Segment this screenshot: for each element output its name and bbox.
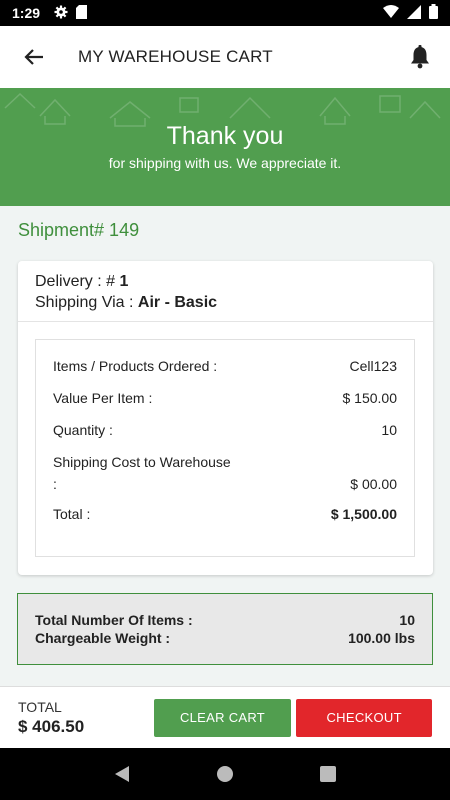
thank-you-banner: Thank you for shipping with us. We appre… — [0, 88, 450, 206]
home-circle-icon[interactable] — [209, 758, 241, 790]
quantity-label: Quantity : — [53, 422, 113, 438]
items-ordered-label: Items / Products Ordered : — [53, 358, 218, 374]
value-per-item-row: Value Per Item : $ 150.00 — [53, 390, 397, 408]
shipment-title: Shipment# 149 — [18, 220, 140, 240]
chargeable-weight-row: Chargeable Weight : 100.00 lbs — [35, 629, 415, 647]
cart-total-label: TOTAL — [18, 698, 62, 715]
clear-cart-button[interactable]: CLEAR CART — [153, 698, 292, 737]
gear-icon — [54, 5, 68, 22]
shipping-cost-label: Shipping Cost to Warehouse — [53, 454, 231, 470]
bottom-bar: TOTAL $ 406.50 CLEAR CART CHECKOUT — [0, 686, 450, 748]
delivery-label: Delivery : # — [35, 273, 120, 290]
value-per-item-label: Value Per Item : — [53, 390, 153, 406]
banner-heading: Thank you — [166, 122, 284, 150]
chargeable-weight-value: 100.00 lbs — [348, 630, 415, 646]
shipment-card-header: Delivery : # 1 Shipping Via : Air - Basi… — [18, 261, 433, 322]
bell-icon[interactable] — [406, 43, 434, 71]
page-title: MY WAREHOUSE CART — [78, 47, 273, 66]
items-ordered-value: Cell123 — [349, 358, 397, 374]
arrow-left-icon[interactable] — [16, 39, 52, 75]
cart-total-amount: $ 406.50 — [18, 716, 85, 736]
cart-summary: Total Number Of Items : 10 Chargeable We… — [17, 593, 433, 665]
total-label: Total : — [53, 506, 91, 522]
shipping-via-value: Air - Basic — [137, 294, 218, 311]
shipping-via-line: Shipping Via : Air - Basic — [35, 292, 416, 313]
items-ordered-row: Items / Products Ordered : Cell123 — [53, 358, 397, 376]
app-bar: MY WAREHOUSE CART — [0, 26, 450, 88]
signal-icon — [407, 4, 421, 22]
battery-icon — [429, 4, 438, 22]
cart-total: TOTAL $ 406.50 — [18, 699, 150, 737]
total-items-label: Total Number Of Items : — [35, 612, 193, 628]
shipment-details: Items / Products Ordered : Cell123 Value… — [35, 339, 415, 557]
status-time: 1:29 — [12, 5, 41, 21]
chargeable-weight-label: Chargeable Weight : — [35, 630, 171, 646]
checkout-button[interactable]: CHECKOUT — [296, 698, 432, 737]
quantity-row: Quantity : 10 — [53, 422, 397, 440]
system-nav-bar — [0, 748, 450, 800]
recents-square-icon[interactable] — [312, 758, 344, 790]
delivery-value: 1 — [119, 273, 129, 290]
shipment-card: Delivery : # 1 Shipping Via : Air - Basi… — [18, 261, 433, 575]
total-row: Total : $ 1,500.00 — [53, 506, 397, 524]
shipping-cost-value: $ 00.00 — [350, 476, 397, 492]
total-items-row: Total Number Of Items : 10 — [35, 611, 415, 629]
delivery-line: Delivery : # 1 — [35, 271, 416, 292]
shipping-via-label: Shipping Via : — [35, 294, 138, 311]
total-items-value: 10 — [399, 612, 415, 628]
wifi-icon — [383, 4, 399, 22]
status-bar: 1:29 — [0, 0, 450, 26]
shipping-cost-colon: : — [53, 476, 57, 492]
shipping-cost-row: Shipping Cost to Warehouse : $ 00.00 — [53, 454, 397, 492]
value-per-item-value: $ 150.00 — [342, 390, 398, 406]
banner-subtext: for shipping with us. We appreciate it. — [108, 155, 342, 171]
quantity-value: 10 — [381, 422, 397, 438]
total-value: $ 1,500.00 — [330, 506, 397, 522]
back-triangle-icon[interactable] — [106, 758, 138, 790]
sd-card-icon — [76, 4, 88, 22]
